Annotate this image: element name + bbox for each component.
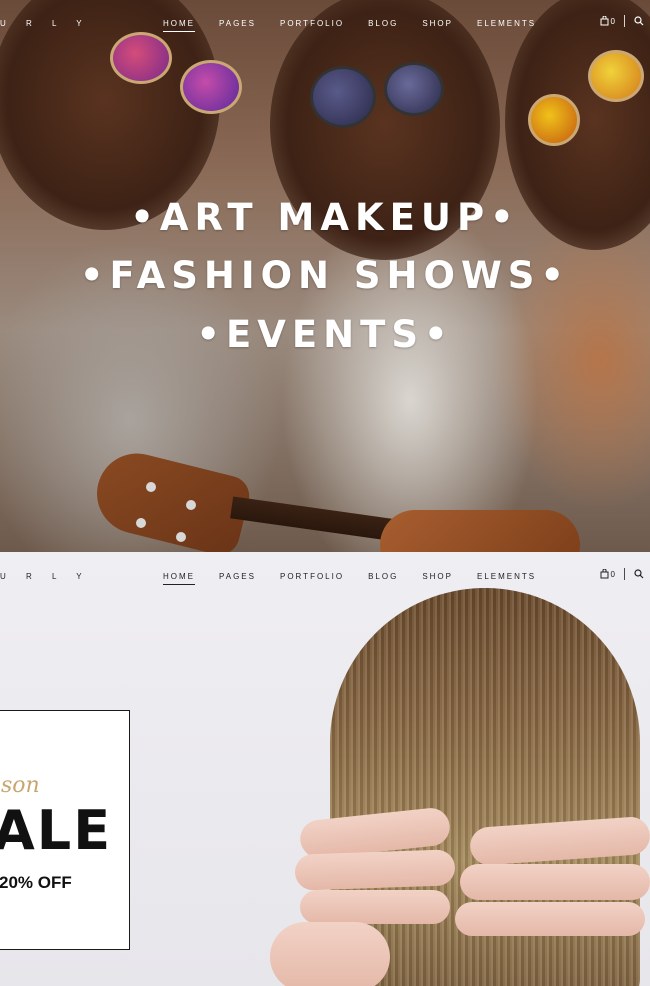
nav-tools: 0: [600, 15, 644, 27]
ukulele-tuner: [186, 500, 196, 510]
nav-menu: HOME PAGES PORTFOLIO BLOG SHOP ELEMENTS: [163, 19, 560, 32]
promo-discount: 20% OFF: [0, 873, 72, 892]
ukulele-body: [88, 445, 254, 552]
search-icon[interactable]: [634, 569, 644, 579]
hero-photo-hand: [460, 864, 650, 900]
ukulele-body: [380, 510, 580, 552]
promo-sale-heading: ALE: [0, 799, 113, 862]
ukulele-tuner: [146, 482, 156, 492]
nav-item-portfolio[interactable]: PORTFOLIO: [280, 572, 344, 585]
nav-menu: HOME PAGES PORTFOLIO BLOG SHOP ELEMENTS: [163, 572, 560, 585]
sale-promo-card[interactable]: son ALE 20% OFF: [0, 710, 130, 950]
hero-headline-events: •EVENTS•: [196, 313, 454, 356]
cart-button[interactable]: 0: [600, 569, 615, 579]
search-icon[interactable]: [634, 16, 644, 26]
nav-item-shop[interactable]: SHOP: [422, 572, 453, 585]
nav-item-pages[interactable]: PAGES: [219, 19, 256, 32]
nav-divider: [624, 568, 625, 580]
sunglasses-lens: [384, 62, 444, 116]
hero-photo-hand: [300, 890, 450, 924]
nav-tools: 0: [600, 568, 644, 580]
hero-photo-hand: [455, 902, 645, 936]
cart-icon: [600, 16, 609, 26]
hero-headline-fashion-shows: •FASHION SHOWS•: [79, 254, 571, 297]
hero-photo-arm: [270, 922, 390, 986]
nav-divider: [624, 15, 625, 27]
cart-button[interactable]: 0: [600, 16, 615, 26]
nav-item-pages[interactable]: PAGES: [219, 572, 256, 585]
cart-count: 0: [610, 16, 615, 26]
nav-item-blog[interactable]: BLOG: [368, 19, 398, 32]
main-nav-sticky: U R L Y HOME PAGES PORTFOLIO BLOG SHOP E…: [0, 553, 650, 601]
main-nav-top: U R L Y HOME PAGES PORTFOLIO BLOG SHOP E…: [0, 0, 650, 48]
site-logo[interactable]: U R L Y: [0, 19, 91, 28]
site-logo[interactable]: U R L Y: [0, 572, 91, 581]
ukulele-tuner: [176, 532, 186, 542]
nav-item-portfolio[interactable]: PORTFOLIO: [280, 19, 344, 32]
nav-item-elements[interactable]: ELEMENTS: [477, 19, 536, 32]
ukulele-tuner: [136, 518, 146, 528]
sunglasses-lens: [310, 66, 376, 128]
sunglasses-lens: [180, 60, 242, 114]
sunglasses-lens: [588, 50, 644, 102]
promo-script-text: son: [1, 773, 40, 798]
sale-banner: son ALE 20% OFF: [0, 552, 650, 986]
nav-item-blog[interactable]: BLOG: [368, 572, 398, 585]
nav-item-home[interactable]: HOME: [163, 19, 195, 32]
hero-banner: •ART MAKEUP• •FASHION SHOWS• •EVENTS•: [0, 0, 650, 552]
nav-item-shop[interactable]: SHOP: [422, 19, 453, 32]
hero-photo-hand: [294, 849, 456, 891]
nav-item-elements[interactable]: ELEMENTS: [477, 572, 536, 585]
cart-icon: [600, 569, 609, 579]
nav-item-home[interactable]: HOME: [163, 572, 195, 585]
cart-count: 0: [610, 569, 615, 579]
hero-headline-art-makeup: •ART MAKEUP•: [130, 196, 520, 239]
sunglasses-lens: [528, 94, 580, 146]
